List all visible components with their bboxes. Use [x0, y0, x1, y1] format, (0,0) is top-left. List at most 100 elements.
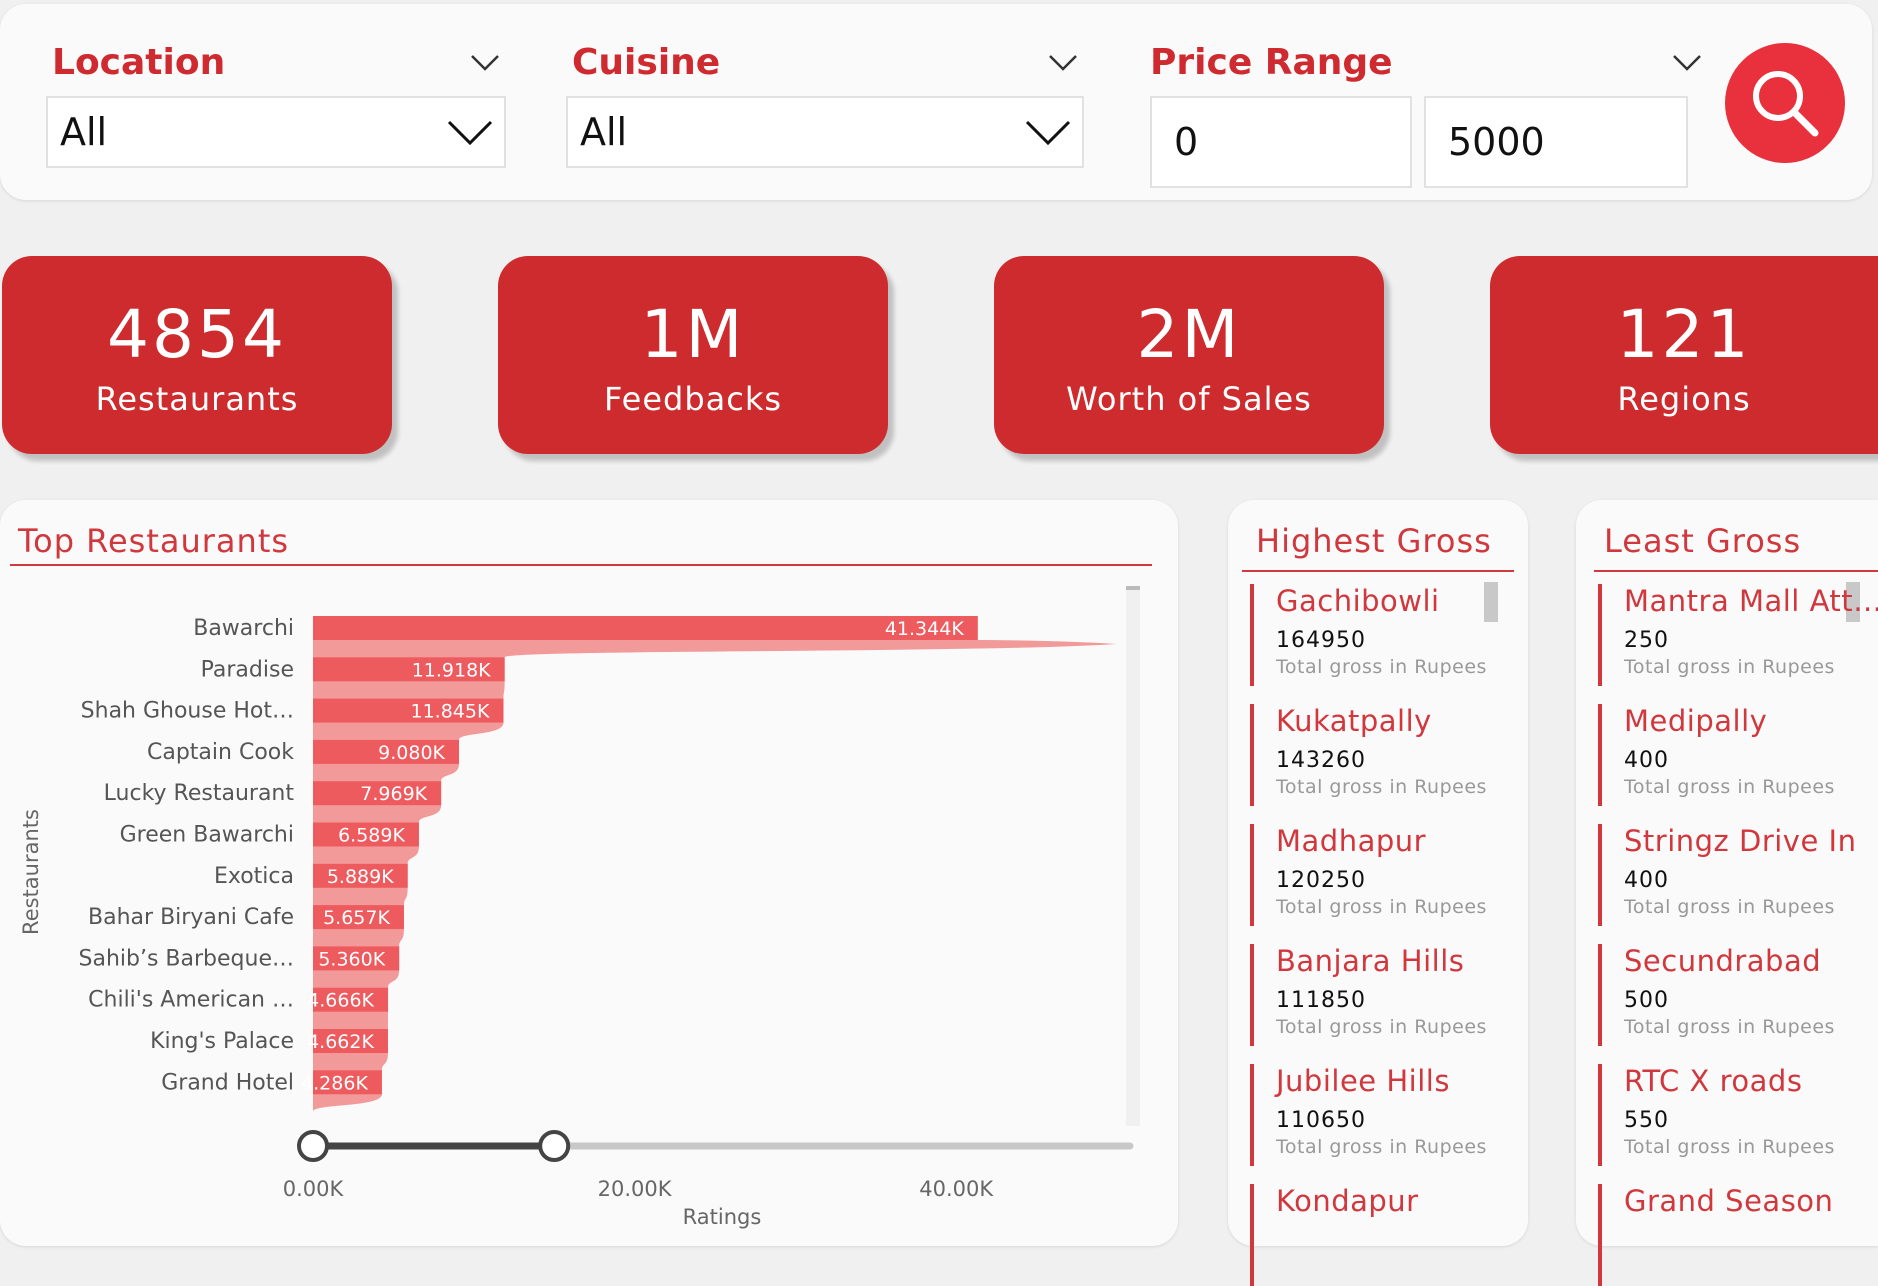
- x-tick-label: 20.00K: [598, 1177, 673, 1201]
- slider-handle-max[interactable]: [538, 1130, 571, 1162]
- gross-caption: Total gross in Rupees: [1276, 776, 1487, 798]
- category-label: Sahib’s Barbeque…: [79, 946, 294, 971]
- gross-list-item[interactable]: Mantra Mall Att… 250 Total gross in Rupees: [1598, 584, 1878, 686]
- data-label: 4.286K: [301, 1072, 368, 1094]
- region-name: Jubilee Hills: [1276, 1064, 1450, 1098]
- category-label: Lucky Restaurant: [104, 781, 295, 806]
- chevron-down-icon: [447, 120, 493, 146]
- kpi-value: 4854: [107, 296, 287, 373]
- category-label: Green Bawarchi: [120, 823, 294, 848]
- region-name: Grand Season: [1624, 1184, 1834, 1218]
- chevron-down-icon[interactable]: [1048, 52, 1078, 74]
- price-max-input[interactable]: 5000: [1424, 96, 1688, 188]
- search-icon: [1753, 71, 1819, 137]
- category-label: Bawarchi: [193, 616, 294, 641]
- category-label: Shah Ghouse Hot…: [81, 699, 294, 724]
- data-label: 9.080K: [378, 742, 445, 764]
- kpi-label: Restaurants: [95, 380, 299, 418]
- gross-value: 550: [1624, 1108, 1669, 1133]
- location-dropdown[interactable]: All: [46, 96, 506, 168]
- category-label: Exotica: [214, 864, 294, 889]
- data-label: 5.657K: [323, 907, 390, 929]
- kpi-worth-of-sales: 2M Worth of Sales: [994, 256, 1384, 454]
- kpi-value: 1M: [640, 296, 746, 373]
- cuisine-dropdown-value: All: [580, 110, 628, 154]
- region-name: RTC X roads: [1624, 1064, 1803, 1098]
- gross-list-item[interactable]: Secundrabad 500 Total gross in Rupees: [1598, 944, 1852, 1046]
- highest-gross-card: Highest Gross Gachibowli 164950 Total gros…: [1228, 500, 1528, 1286]
- region-name: Secundrabad: [1624, 944, 1822, 978]
- gross-list-item[interactable]: Gachibowli 164950 Total gross in Rupees: [1250, 584, 1504, 686]
- gross-value: 164950: [1276, 628, 1366, 653]
- region-name: Kondapur: [1276, 1184, 1419, 1218]
- region-name: Medipally: [1624, 704, 1768, 738]
- location-dropdown-value: All: [60, 110, 108, 154]
- kpi-label: Regions: [1617, 380, 1751, 418]
- gross-list-item[interactable]: Banjara Hills 111850 Total gross in Rupees: [1250, 944, 1504, 1046]
- data-label: 11.845K: [411, 701, 490, 723]
- price-range-label: Price Range: [1150, 42, 1393, 83]
- price-max-value: 5000: [1448, 120, 1545, 164]
- kpi-label: Worth of Sales: [1066, 380, 1312, 418]
- scrollbar-track[interactable]: [1126, 586, 1140, 1126]
- chevron-down-icon[interactable]: [1672, 52, 1702, 74]
- kpi-value: 2M: [1136, 296, 1242, 373]
- bar[interactable]: [313, 616, 978, 640]
- kpi-label: Feedbacks: [603, 380, 783, 418]
- x-axis-label: Ratings: [683, 1205, 762, 1229]
- cuisine-filter-label: Cuisine: [572, 42, 721, 83]
- category-label: Chili's American …: [88, 988, 294, 1013]
- region-name: Kukatpally: [1276, 704, 1432, 738]
- category-label: Bahar Biryani Cafe: [88, 905, 294, 930]
- gross-caption: Total gross in Rupees: [1624, 1016, 1835, 1038]
- gross-caption: Total gross in Rupees: [1276, 896, 1487, 918]
- gross-list-item[interactable]: RTC X roads 550 Total gross in Rupees: [1598, 1064, 1852, 1166]
- chevron-down-icon[interactable]: [470, 52, 500, 74]
- slider-handle-min[interactable]: [297, 1130, 329, 1162]
- location-filter-label: Location: [52, 42, 226, 83]
- gross-list-item[interactable]: Grand Season: [1598, 1184, 1852, 1286]
- highest-gross-title: Highest Gross: [1256, 522, 1492, 560]
- gross-value: 500: [1624, 988, 1669, 1013]
- top-restaurants-chart: Bawarchi 41.344K Paradise 11.918K Shah Ghous…: [19, 586, 1140, 1229]
- gross-value: 110650: [1276, 1108, 1366, 1133]
- kpi-feedbacks: 1M Feedbacks: [498, 256, 888, 454]
- kpi-regions: 121 Regions: [1490, 256, 1878, 454]
- data-label: 4.666K: [307, 990, 374, 1012]
- chevron-down-icon: [1025, 120, 1071, 146]
- data-label: 11.918K: [412, 659, 491, 681]
- gross-caption: Total gross in Rupees: [1624, 1136, 1835, 1158]
- region-name: Banjara Hills: [1276, 944, 1465, 978]
- kpi-restaurants: 4854 Restaurants: [2, 256, 392, 454]
- region-name: Madhapur: [1276, 824, 1427, 858]
- gross-caption: Total gross in Rupees: [1624, 656, 1835, 678]
- gross-list-item[interactable]: Jubilee Hills 110650 Total gross in Rupees: [1250, 1064, 1504, 1166]
- gross-caption: Total gross in Rupees: [1276, 1016, 1487, 1038]
- region-name: Mantra Mall Att…: [1624, 584, 1878, 618]
- gross-list-item[interactable]: Medipally 400 Total gross in Rupees: [1598, 704, 1852, 806]
- category-label: Paradise: [201, 657, 294, 682]
- data-label: 4.662K: [307, 1031, 374, 1053]
- gross-list-item[interactable]: Stringz Drive In 400 Total gross in Rupees: [1598, 824, 1856, 926]
- price-min-input[interactable]: 0: [1150, 96, 1412, 188]
- gross-list-item[interactable]: Madhapur 120250 Total gross in Rupees: [1250, 824, 1504, 926]
- filter-bar: Location All Cuisine All Price Range 0 5…: [0, 4, 1872, 200]
- gross-caption: Total gross in Rupees: [1276, 656, 1487, 678]
- category-label: Grand Hotel: [161, 1070, 294, 1095]
- category-label: Captain Cook: [147, 740, 294, 765]
- top-restaurants-card: Top Restaurants Bawarchi 41.344K Paradise 1…: [0, 500, 1178, 1246]
- title-divider: [1594, 570, 1878, 572]
- gross-list-item[interactable]: Kukatpally 143260 Total gross in Rupees: [1250, 704, 1504, 806]
- data-label: 7.969K: [360, 783, 427, 805]
- gross-list-item[interactable]: Kondapur: [1250, 1184, 1504, 1286]
- title-divider: [1242, 570, 1514, 572]
- data-label: 41.344K: [885, 618, 964, 640]
- data-label: 5.360K: [318, 948, 385, 970]
- data-label: 6.589K: [338, 825, 405, 847]
- search-button[interactable]: [1725, 43, 1845, 163]
- gross-value: 400: [1624, 868, 1669, 893]
- scrollbar-thumb[interactable]: [1126, 586, 1140, 590]
- gross-value: 400: [1624, 748, 1669, 773]
- region-name: Stringz Drive In: [1624, 824, 1857, 858]
- cuisine-dropdown[interactable]: All: [566, 96, 1084, 168]
